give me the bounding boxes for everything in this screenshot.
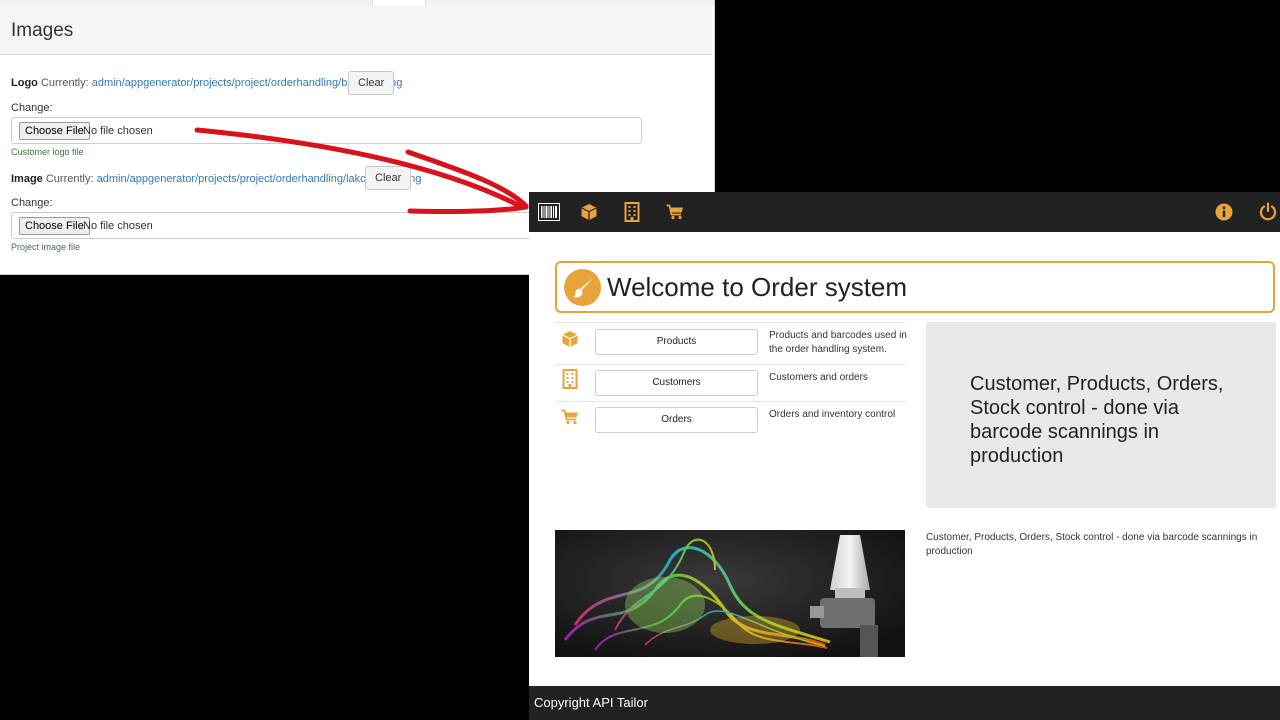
admin-section-header: Images xyxy=(0,6,712,55)
logo-choose-file-button[interactable]: Choose File xyxy=(19,122,90,140)
image-current-row: Image Currently: admin/appgenerator/proj… xyxy=(11,173,421,185)
barcode-icon[interactable] xyxy=(538,201,560,223)
products-button[interactable]: Products xyxy=(595,329,758,355)
logo-label: Logo xyxy=(11,77,38,89)
logo-current-row: Logo Currently: admin/appgenerator/proje… xyxy=(11,77,402,89)
image-help-text: Project image file xyxy=(11,242,81,252)
power-icon[interactable] xyxy=(1257,201,1279,223)
menu-row-orders: Orders Orders and inventory control xyxy=(555,401,905,439)
spray-gun-image xyxy=(555,530,905,657)
paintbrush-icon xyxy=(564,269,601,306)
cube-icon[interactable] xyxy=(578,201,600,223)
info-panel-text: Customer, Products, Orders, Stock contro… xyxy=(970,373,1224,467)
building-icon xyxy=(560,369,580,389)
page-title: Welcome to Order system xyxy=(607,272,908,302)
logo-help-text: Customer logo file xyxy=(11,147,84,157)
logo-change-label: Change: xyxy=(11,102,53,114)
logo-currently-label: Currently: xyxy=(40,77,89,89)
info-panel: Customer, Products, Orders, Stock contro… xyxy=(926,322,1276,508)
image-currently-label: Currently: xyxy=(45,173,94,185)
orders-button[interactable]: Orders xyxy=(595,407,758,433)
image-caption: Customer, Products, Orders, Stock contro… xyxy=(926,532,1258,557)
building-icon[interactable] xyxy=(621,201,643,223)
menu-row-customers: Customers Customers and orders xyxy=(555,364,905,402)
info-icon[interactable] xyxy=(1213,201,1235,223)
welcome-banner: Welcome to Order system xyxy=(555,261,1275,313)
products-description: Products and barcodes used in the order … xyxy=(769,330,907,355)
image-choose-file-button[interactable]: Choose File xyxy=(19,217,90,235)
image-no-file-text: No file chosen xyxy=(83,220,153,232)
order-system-window: Welcome to Order system Products Product… xyxy=(529,192,1280,720)
footer: Copyright API Tailor xyxy=(529,686,1280,720)
logo-file-input[interactable]: Choose File No file chosen xyxy=(11,117,642,144)
image-clear-button[interactable]: Clear xyxy=(365,166,412,190)
section-title: Images xyxy=(11,20,74,41)
image-change-label: Change: xyxy=(11,197,53,209)
customers-description: Customers and orders xyxy=(769,372,868,383)
cube-icon xyxy=(560,329,580,349)
cart-icon xyxy=(560,407,580,427)
logo-clear-button[interactable]: Clear xyxy=(348,71,395,95)
customers-button[interactable]: Customers xyxy=(595,370,758,396)
cart-icon[interactable] xyxy=(664,201,686,223)
logo-no-file-text: No file chosen xyxy=(83,125,153,137)
top-navbar xyxy=(529,192,1280,232)
orders-description: Orders and inventory control xyxy=(769,409,896,420)
footer-copyright: Copyright API Tailor xyxy=(534,695,648,710)
menu-row-products: Products Products and barcodes used in t… xyxy=(555,322,907,364)
image-label: Image xyxy=(11,173,43,185)
